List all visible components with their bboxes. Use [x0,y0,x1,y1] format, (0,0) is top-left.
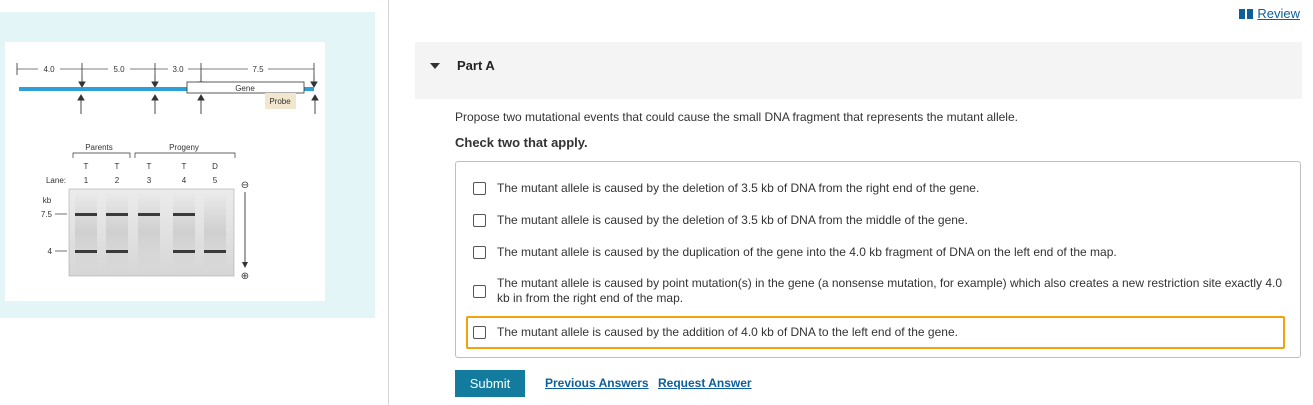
lane-number: 2 [115,176,120,185]
lane-number: 5 [213,176,218,185]
lane-number: 1 [84,176,89,185]
option-label: The mutant allele is caused by the delet… [497,181,980,195]
gel-band [173,250,195,253]
lane-smear [138,191,160,273]
gel-band [106,250,128,253]
option-label: The mutant allele is caused by the dupli… [497,245,1117,259]
lane-number: 4 [182,176,187,185]
lane-smear [106,191,128,273]
size-axis-unit: kb [43,196,52,205]
option-checkbox[interactable] [473,326,486,339]
gel-band [75,213,97,216]
size-marker-label: 4 [48,247,53,256]
option-checkbox[interactable] [473,214,486,227]
size-marker-label: 7.5 [41,210,53,219]
option-item[interactable]: The mutant allele is caused by the dupli… [466,245,1285,260]
option-label: The mutant allele is caused by the delet… [497,213,968,227]
gene-label: Gene [235,84,255,93]
figure-panel: 4.0 5.0 3.0 7.5 Gene Probe Parents Proge… [0,12,375,318]
genotype-label: T [182,162,187,171]
panel-divider [388,0,389,405]
option-item-focused[interactable]: The mutant allele is caused by the addit… [466,316,1285,349]
option-item[interactable]: The mutant allele is caused by the delet… [466,181,1285,196]
gel-band [173,213,195,216]
segment-label: 3.0 [172,65,184,74]
genotype-label: T [84,162,89,171]
option-item[interactable]: The mutant allele is caused by point mut… [466,276,1285,306]
part-title: Part A [457,58,495,73]
segment-label: 7.5 [252,65,264,74]
book-icon [1239,8,1254,19]
lane-smear [173,191,195,273]
answer-options: The mutant allele is caused by the delet… [455,161,1301,358]
option-item[interactable]: The mutant allele is caused by the delet… [466,213,1285,228]
lane-smear [75,191,97,273]
probe-label: Probe [269,97,291,106]
gel-band [106,213,128,216]
gel-band [75,250,97,253]
restriction-map-and-gel-figure: 4.0 5.0 3.0 7.5 Gene Probe Parents Proge… [16,63,319,282]
genotype-label: T [115,162,120,171]
option-checkbox[interactable] [473,284,486,298]
option-checkbox[interactable] [473,246,486,259]
request-answer-link[interactable]: Request Answer [658,376,752,390]
progeny-bracket [134,152,236,158]
positive-electrode-icon: ⊕ [241,271,249,282]
gel-group-label-parents: Parents [85,143,113,152]
question-instruction: Check two that apply. [455,135,588,150]
lane-smear [204,191,226,273]
question-prompt: Propose two mutational events that could… [455,110,1018,124]
option-label: The mutant allele is caused by the addit… [497,325,958,339]
parents-bracket [72,152,131,158]
figure-card: 4.0 5.0 3.0 7.5 Gene Probe Parents Proge… [5,42,325,301]
gel-band [138,213,160,216]
genotype-label: D [212,162,218,171]
review-label: Review [1257,6,1300,21]
gel-band [204,250,226,253]
migration-arrowhead [242,262,248,268]
gel-group-label-progeny: Progeny [169,143,199,152]
option-checkbox[interactable] [473,182,486,195]
segment-label: 4.0 [43,65,55,74]
negative-electrode-icon: ⊖ [241,180,249,191]
submit-button[interactable]: Submit [455,370,525,397]
review-link[interactable]: Review [1239,6,1300,21]
previous-answers-link[interactable]: Previous Answers [545,376,649,390]
option-label: The mutant allele is caused by point mut… [497,276,1283,305]
lane-prefix: Lane: [46,176,66,185]
caret-down-icon[interactable] [430,63,440,69]
part-header[interactable]: Part A [415,42,1302,99]
lane-number: 3 [147,176,152,185]
segment-label: 5.0 [113,65,125,74]
genotype-label: T [147,162,152,171]
